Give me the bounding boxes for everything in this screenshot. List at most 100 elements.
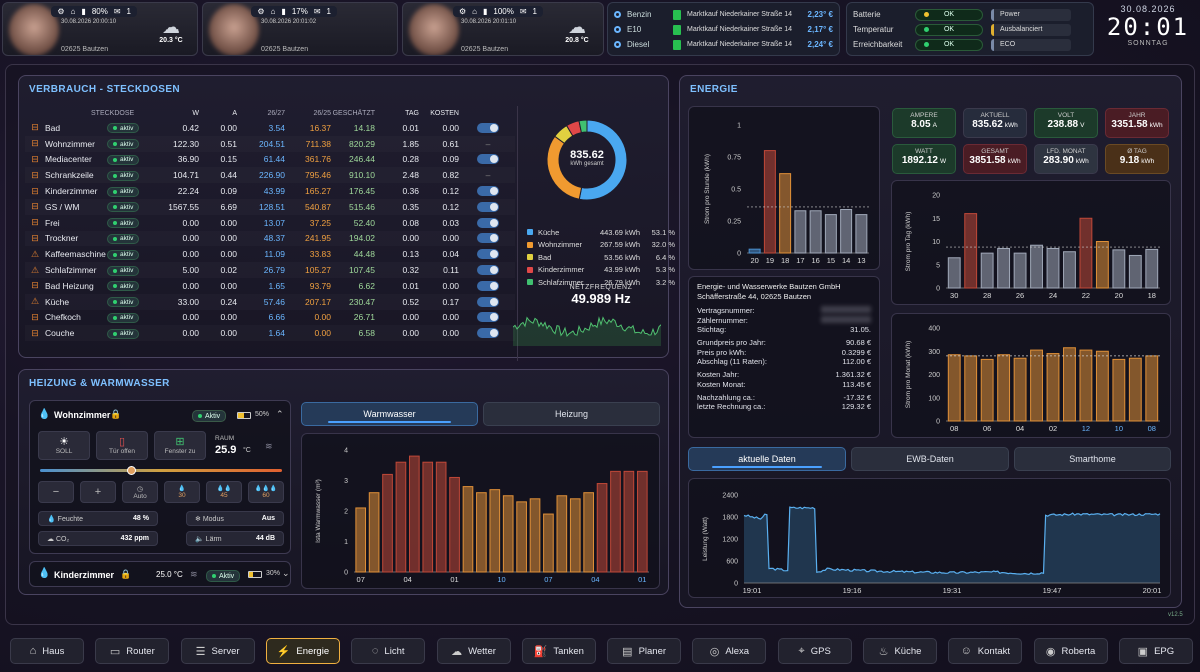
nav-licht[interactable]: ◌ Licht xyxy=(351,638,426,664)
cell-v2: 33.83 xyxy=(309,249,331,260)
mode-tag[interactable]: Ausbalanciert xyxy=(991,23,1071,36)
nav-energie[interactable]: ⚡ Energie xyxy=(265,638,340,664)
power-toggle[interactable] xyxy=(477,201,499,212)
speaker-icon: 🔈 xyxy=(195,535,204,543)
nav-router[interactable]: ▭ Router xyxy=(95,638,170,664)
cell-k: 0.00 xyxy=(442,233,459,244)
y-tick: 0 xyxy=(936,419,940,426)
power-toggle[interactable] xyxy=(477,233,499,244)
power-toggle[interactable] xyxy=(477,312,499,323)
preset-45-button[interactable]: 💧💧 45 xyxy=(206,481,242,503)
auto-button[interactable]: ◷ Auto xyxy=(122,481,158,503)
mode-tag[interactable]: Power xyxy=(991,8,1071,21)
legend-name: Kinderzimmer xyxy=(538,265,585,275)
nav-kueche[interactable]: ♨ Küche xyxy=(863,638,937,664)
nav-wetter[interactable]: ☁ Wetter xyxy=(436,638,511,664)
tab-warmwasser[interactable]: Warmwasser xyxy=(301,402,478,426)
power-toggle[interactable] xyxy=(477,328,499,339)
plug-icon: ⊟ xyxy=(31,280,39,291)
nav-tanken[interactable]: ⛽ Tanken xyxy=(521,638,596,664)
camera-location: 02625 Bautzen xyxy=(461,46,509,53)
info-key: Grundpreis pro Jahr: xyxy=(697,338,766,348)
nav-planer[interactable]: ▤ Planer xyxy=(607,638,682,664)
decrease-button[interactable]: − xyxy=(38,481,74,503)
tab-aktuelle-daten[interactable]: aktuelle Daten xyxy=(688,447,846,471)
netzfrequenz-sparkline xyxy=(513,316,661,346)
cell-k: 0.82 xyxy=(442,170,459,181)
modus-pill[interactable]: ❄ Modus Aus xyxy=(186,511,284,526)
tab-ewb-daten[interactable]: EWB-Daten xyxy=(851,447,1009,471)
window-closed-button[interactable]: ⊞ Fenster zu xyxy=(154,431,206,460)
cell-v2: 16.37 xyxy=(309,122,331,133)
y-tick: 20 xyxy=(932,193,940,200)
donut-value: 835.62 xyxy=(570,149,604,161)
camera-tile-2[interactable]: ⚙ ⌂ ▮ 17% ✉ 1 30.08.2026 20:01:02 02625 Bautz… xyxy=(202,2,398,56)
col-header: 26/27 xyxy=(267,109,285,117)
info-line: Stichtag: 31.05. xyxy=(697,325,871,335)
nav-haus[interactable]: ⌂ Haus xyxy=(10,638,84,664)
y-axis-label: Ista Warmwasser (m³) xyxy=(315,479,322,543)
tab-heizung[interactable]: Heizung xyxy=(483,402,660,426)
nav-alexa[interactable]: ◎ Alexa xyxy=(692,638,767,664)
mode-tag[interactable]: ECO xyxy=(991,38,1071,51)
tab-smarthome[interactable]: Smarthome xyxy=(1014,447,1171,471)
cell-a: 0.00 xyxy=(220,122,237,133)
window-icon: ⊞ xyxy=(175,436,185,448)
power-toggle[interactable] xyxy=(477,154,499,165)
status-badge: aktiv xyxy=(107,202,140,213)
slider-handle[interactable] xyxy=(127,466,137,475)
preset-60-button[interactable]: 💧💧💧 60 xyxy=(248,481,284,503)
power-toggle[interactable] xyxy=(477,265,499,276)
switch-cell xyxy=(459,233,499,244)
tile-jahr: JAHR 3351.58 kWh xyxy=(1105,108,1169,138)
fuel-prices[interactable]: Benzin Marktkauf Niederkainer Straße 14 2,… xyxy=(607,2,840,56)
nav-kontakt[interactable]: ☺ Kontakt xyxy=(948,638,1023,664)
power-toggle[interactable] xyxy=(477,122,499,133)
chevron-down-icon[interactable]: ⌄ xyxy=(282,568,290,579)
status-cell: aktiv xyxy=(107,201,157,213)
nav-roberta[interactable]: ◉ Roberta xyxy=(1033,638,1108,664)
lock-icon[interactable]: 🔒 xyxy=(120,569,131,580)
camera-location: 02625 Bautzen xyxy=(61,46,109,53)
power-toggle[interactable] xyxy=(477,186,499,197)
status-badge: aktiv xyxy=(107,139,140,150)
info-line: Nachzahlung ca.: -17.32 € xyxy=(697,393,871,403)
camera-tile-3[interactable]: ⚙ ⌂ ▮ 100% ✉ 1 30.08.2026 20:01:10 02625 Baut… xyxy=(402,2,604,56)
raum-label: RAUM xyxy=(215,435,235,442)
increase-button[interactable]: + xyxy=(80,481,116,503)
room-card-kinderzimmer[interactable]: 💧 Kinderzimmer 🔒 25.0 °C ≋ Aktiv 30% ⌄ xyxy=(29,561,291,587)
chevron-up-icon[interactable]: ⌃ xyxy=(276,409,284,420)
room-state-badge[interactable]: Aktiv xyxy=(192,410,227,422)
door-open-button[interactable]: ▯ Tür offen xyxy=(96,431,148,460)
power-toggle[interactable] xyxy=(477,280,499,291)
lock-icon[interactable]: 🔒 xyxy=(110,409,121,420)
temperature-slider[interactable] xyxy=(40,466,282,475)
col-header: W xyxy=(192,109,199,117)
camera-tile-1[interactable]: ⚙ ⌂ ▮ 80% ✉ 1 30.08.2026 20:00:10 02625 Bautz… xyxy=(2,2,198,56)
netzfrequenz: NETZFREQUENZ 49.989 Hz xyxy=(527,284,675,306)
warmwasser-chart-box: 0 1 2 3 4 Ista Warmwasser (m³) 07 04 01 10 07 04 01 xyxy=(301,433,660,589)
soll-button[interactable]: ☀ SOLL xyxy=(38,431,90,460)
legend-swatch xyxy=(527,229,533,236)
cell-g: 910.10 xyxy=(349,170,375,181)
warning-icon: ⚠ xyxy=(30,264,40,275)
cell-k: 0.11 xyxy=(443,265,459,276)
nav-label: Wetter xyxy=(468,645,496,657)
power-toggle[interactable] xyxy=(477,217,499,228)
cell-a: 0.00 xyxy=(220,233,237,244)
preset-30-button[interactable]: 💧 30 xyxy=(164,481,200,503)
nav-gps[interactable]: ⌖ GPS xyxy=(777,638,852,664)
room-state-badge[interactable]: Aktiv xyxy=(206,570,241,582)
donut-slice-1 xyxy=(546,135,583,200)
status-cell: aktiv xyxy=(107,233,157,244)
power-toggle[interactable] xyxy=(477,296,499,307)
switch-cell xyxy=(459,217,499,228)
tile-number: 9.18 xyxy=(1119,155,1140,166)
bar xyxy=(980,358,994,422)
nav-epg[interactable]: ▣ EPG xyxy=(1118,638,1193,664)
nav-server[interactable]: ☰ Server xyxy=(180,638,255,664)
y-tick: 1200 xyxy=(722,537,738,544)
power-toggle[interactable] xyxy=(477,249,499,260)
panel-title: ENERGIE xyxy=(690,84,738,95)
x-tick: 17 xyxy=(796,256,804,265)
